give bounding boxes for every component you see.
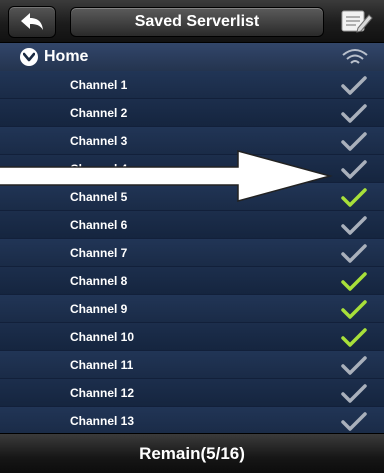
list-item[interactable]: Channel 1 — [0, 71, 384, 99]
channel-label: Channel 11 — [70, 358, 134, 372]
channel-label: Channel 1 — [70, 78, 128, 92]
channel-label: Channel 2 — [70, 106, 128, 120]
channel-label: Channel 12 — [70, 386, 135, 400]
checkmark-icon[interactable] — [340, 412, 368, 432]
list-item[interactable]: Channel 9 — [0, 295, 384, 323]
header-bar: Saved Serverlist — [0, 0, 384, 43]
saved-serverlist-screen: Saved Serverlist Home Channel 1 Channel 2… — [0, 0, 384, 473]
edit-button[interactable] — [336, 6, 376, 36]
remaining-count: Remain(5/16) — [139, 444, 245, 463]
checkmark-icon[interactable] — [340, 216, 368, 236]
edit-note-icon — [341, 10, 373, 33]
list-item[interactable]: Channel 12 — [0, 379, 384, 407]
group-label: Home — [44, 48, 89, 65]
chevron-down-icon — [20, 48, 38, 66]
back-arrow-icon — [21, 13, 43, 30]
checkmark-icon[interactable] — [340, 76, 368, 96]
footer-bar: Remain(5/16) — [0, 433, 384, 473]
list-item[interactable]: Channel 8 — [0, 267, 384, 295]
group-home[interactable]: Home — [0, 43, 384, 71]
list-item[interactable]: Channel 7 — [0, 239, 384, 267]
list-item[interactable]: Channel 11 — [0, 351, 384, 379]
wifi-icon — [342, 49, 368, 64]
checkmark-icon[interactable] — [340, 272, 368, 292]
list-item[interactable]: Channel 13 — [0, 407, 384, 435]
list-item[interactable]: Channel 10 — [0, 323, 384, 351]
channel-label: Channel 13 — [70, 414, 135, 428]
back-button[interactable] — [8, 6, 56, 38]
checkmark-icon[interactable] — [340, 244, 368, 264]
checkmark-icon[interactable] — [340, 328, 368, 348]
checkmark-icon[interactable] — [340, 300, 368, 320]
checkmark-icon[interactable] — [340, 104, 368, 124]
channel-list: Channel 1Channel 2Channel 3Channel 4Chan… — [0, 71, 384, 435]
list-item[interactable]: Channel 2 — [0, 99, 384, 127]
arrow-annotation-icon — [0, 150, 333, 202]
checkmark-icon[interactable] — [340, 356, 368, 376]
channel-label: Channel 7 — [70, 246, 128, 260]
channel-label: Channel 10 — [70, 330, 135, 344]
channel-label: Channel 8 — [70, 274, 128, 288]
channel-label: Channel 6 — [70, 218, 128, 232]
checkmark-icon[interactable] — [340, 384, 368, 404]
list-item[interactable]: Channel 6 — [0, 211, 384, 239]
page-title: Saved Serverlist — [70, 7, 324, 37]
channel-label: Channel 9 — [70, 302, 128, 316]
